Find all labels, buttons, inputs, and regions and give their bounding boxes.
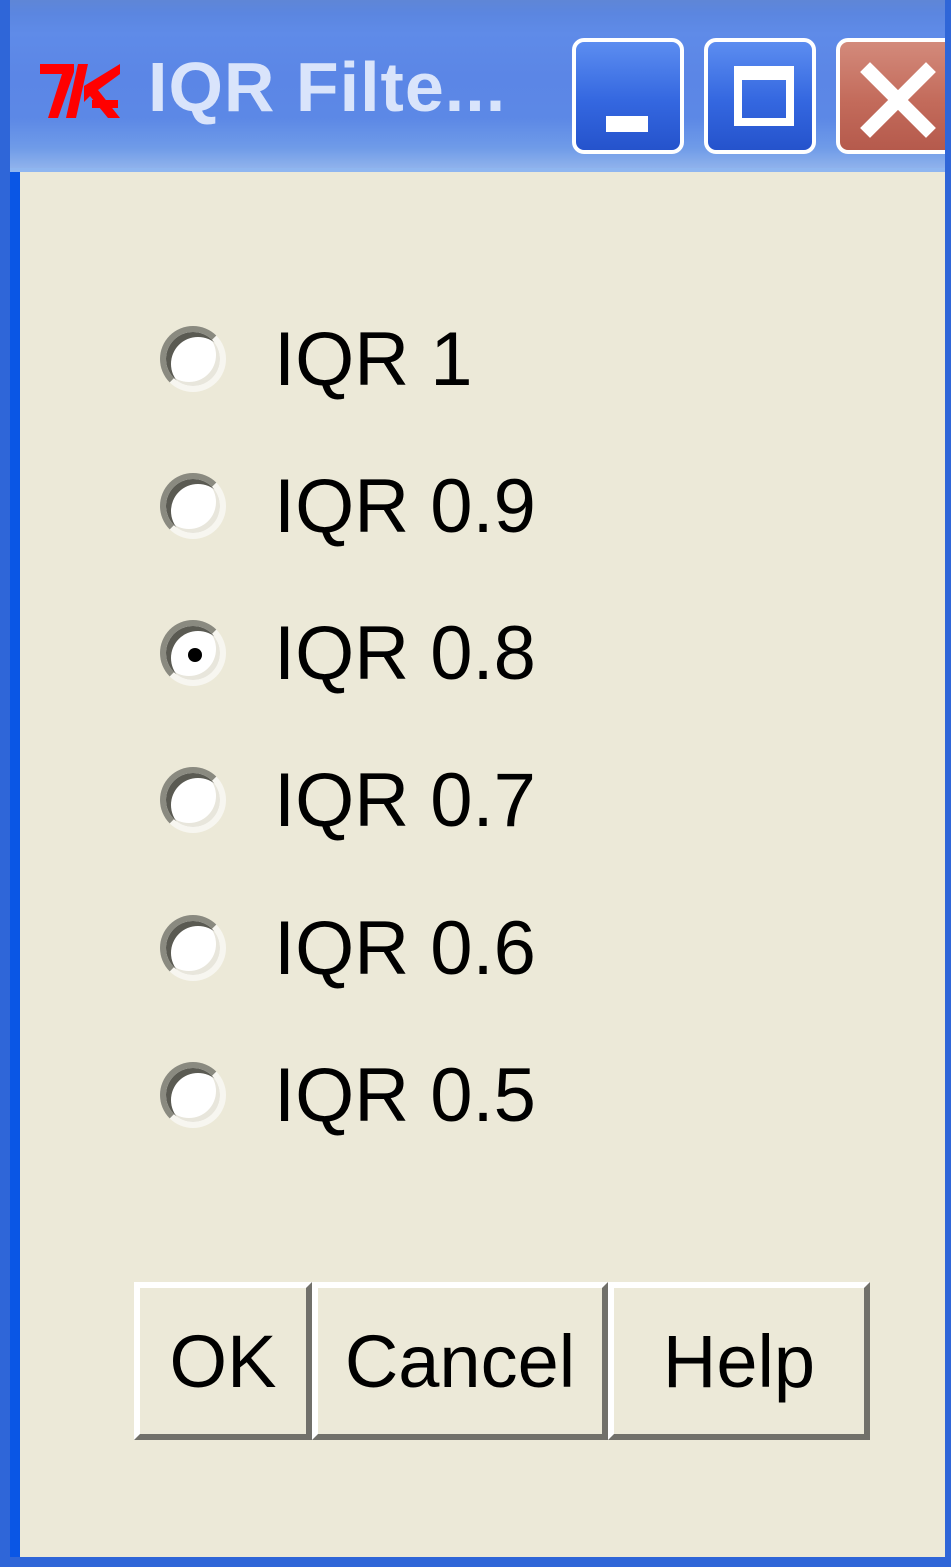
tk-feather-icon xyxy=(40,64,120,118)
title-bar[interactable]: IQR Filte... xyxy=(10,0,945,172)
radio-button[interactable] xyxy=(160,915,226,981)
radio-dot xyxy=(188,648,202,662)
radio-iqr-0-7[interactable]: IQR 0.7 xyxy=(160,751,760,851)
minimize-button[interactable] xyxy=(572,38,684,154)
radio-label[interactable]: IQR 0.7 xyxy=(274,751,536,851)
radio-button[interactable] xyxy=(160,1062,226,1128)
ok-button[interactable]: OK xyxy=(134,1282,312,1440)
help-button[interactable]: Help xyxy=(608,1282,870,1440)
radio-button[interactable] xyxy=(160,473,226,539)
close-icon xyxy=(860,62,936,138)
radio-label[interactable]: IQR 0.6 xyxy=(274,899,536,999)
radio-iqr-0-6[interactable]: IQR 0.6 xyxy=(160,899,760,999)
radio-button[interactable] xyxy=(160,326,226,392)
radio-iqr-1[interactable]: IQR 1 xyxy=(160,310,760,410)
cancel-button[interactable]: Cancel xyxy=(312,1282,608,1440)
radio-label[interactable]: IQR 0.5 xyxy=(274,1046,536,1146)
maximize-icon xyxy=(734,66,794,126)
radio-label[interactable]: IQR 0.9 xyxy=(274,457,536,557)
radio-label[interactable]: IQR 0.8 xyxy=(274,604,536,704)
window-title: IQR Filte... xyxy=(148,48,507,126)
radio-button[interactable] xyxy=(160,620,226,686)
close-button[interactable] xyxy=(836,38,945,154)
radio-iqr-0-8[interactable]: IQR 0.8 xyxy=(160,604,760,704)
radio-iqr-0-9[interactable]: IQR 0.9 xyxy=(160,457,760,557)
radio-button[interactable] xyxy=(160,767,226,833)
dialog-body: IQR 1 IQR 0.9 IQR 0.8 IQR 0.7 IQR 0.6 IQ… xyxy=(20,172,945,1557)
minimize-icon xyxy=(606,116,648,132)
maximize-button[interactable] xyxy=(704,38,816,154)
radio-label[interactable]: IQR 1 xyxy=(274,310,473,410)
dialog-window: IQR Filte... IQR 1 IQR 0.9 IQR 0.8 IQR 0… xyxy=(0,0,951,1567)
radio-iqr-0-5[interactable]: IQR 0.5 xyxy=(160,1046,760,1146)
